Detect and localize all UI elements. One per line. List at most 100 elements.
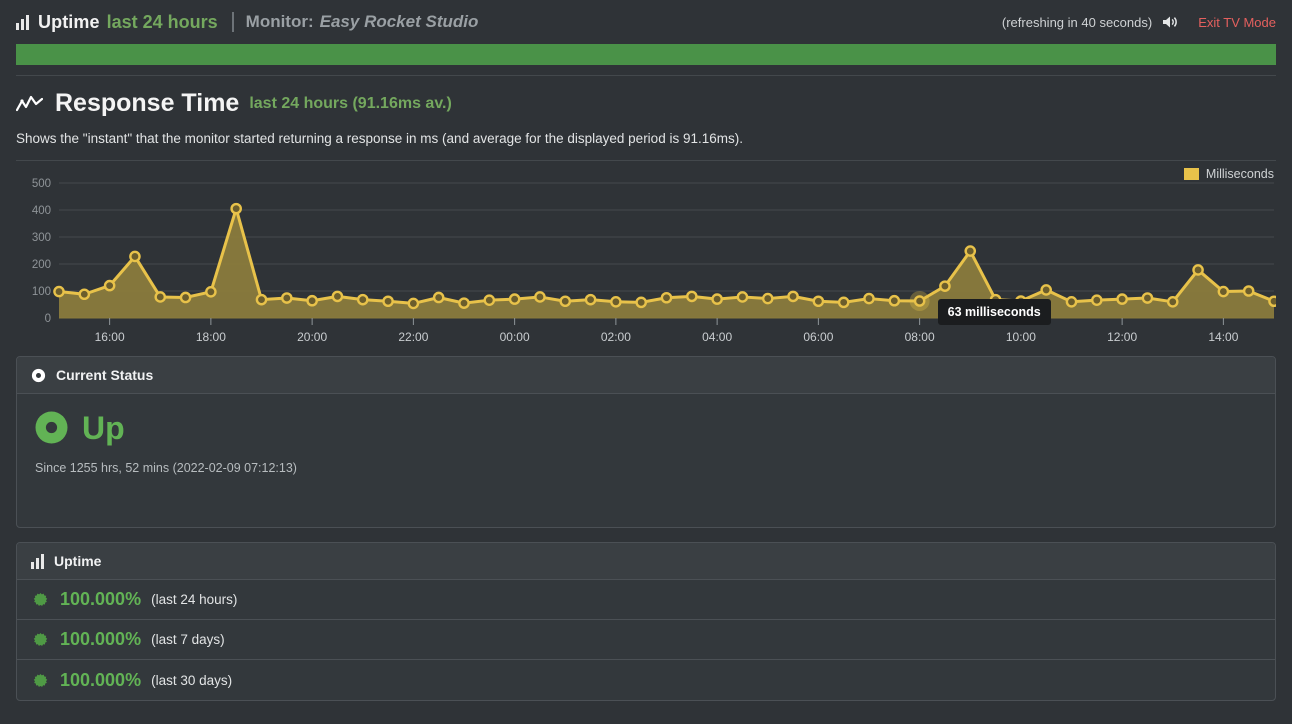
speaker-icon[interactable] bbox=[1162, 15, 1178, 29]
chart-data-point[interactable] bbox=[1217, 285, 1230, 298]
chart-data-point[interactable] bbox=[129, 250, 141, 263]
chart-data-point[interactable] bbox=[939, 280, 951, 292]
y-axis-tick: 0 bbox=[45, 313, 51, 325]
response-time-chart[interactable]: Milliseconds 0 100 200 300 400 500 16:00 18:00 2… bbox=[16, 161, 1276, 356]
bar-chart-icon bbox=[16, 14, 29, 30]
y-axis-tick: 100 bbox=[32, 286, 51, 298]
chart-data-point[interactable] bbox=[53, 285, 65, 298]
response-time-header: Response Time last 24 hours (91.16ms av.… bbox=[0, 76, 1292, 118]
current-status-panel: Current Status Up Since 1255 hrs, 52 min… bbox=[16, 356, 1276, 528]
response-time-subtitle: last 24 hours (91.16ms av.) bbox=[249, 94, 452, 112]
chart-tooltip: 63 milliseconds bbox=[937, 299, 1051, 325]
status-row: Up bbox=[35, 411, 1257, 444]
chart-data-point[interactable] bbox=[1141, 292, 1154, 304]
target-icon bbox=[31, 368, 46, 383]
chart-data-point[interactable] bbox=[837, 296, 850, 309]
x-axis-tick: 22:00 bbox=[398, 330, 428, 344]
chart-data-point[interactable] bbox=[306, 294, 318, 307]
response-time-description: Shows the "instant" that the monitor sta… bbox=[16, 131, 743, 146]
chart-data-point[interactable] bbox=[686, 290, 698, 303]
y-axis-tick: 500 bbox=[32, 178, 51, 190]
uptime-panel-header-label: Uptime bbox=[54, 553, 102, 569]
chart-data-point[interactable] bbox=[711, 293, 723, 305]
chart-data-point[interactable] bbox=[736, 291, 749, 303]
chart-data-point[interactable] bbox=[761, 292, 774, 305]
chart-data-point[interactable] bbox=[610, 295, 622, 308]
uptime-row: 100.000% (last 24 hours) bbox=[17, 580, 1275, 620]
chart-data-point[interactable] bbox=[787, 290, 799, 303]
chart-data-point[interactable] bbox=[356, 293, 369, 306]
chart-data-point[interactable] bbox=[964, 245, 977, 257]
chart-data-point[interactable] bbox=[154, 291, 167, 303]
chart-data-point[interactable] bbox=[382, 295, 394, 308]
chart-data-point[interactable] bbox=[888, 294, 901, 307]
chart-data-point[interactable] bbox=[1040, 284, 1052, 296]
chart-data-point[interactable] bbox=[458, 297, 470, 309]
chart-data-point[interactable] bbox=[1065, 295, 1078, 308]
x-axis-tick: 16:00 bbox=[95, 330, 125, 344]
chart-data-point[interactable] bbox=[281, 292, 293, 304]
page-title-range: last 24 hours bbox=[106, 11, 218, 32]
topbar-left: Uptime last 24 hours Monitor: Easy Rocke… bbox=[16, 12, 1002, 33]
chart-data-point[interactable] bbox=[534, 291, 546, 303]
uptime-panel-header: Uptime bbox=[17, 543, 1275, 580]
chart-data-point[interactable] bbox=[1192, 264, 1204, 276]
chart-data-point[interactable] bbox=[483, 294, 496, 306]
chart-data-point[interactable] bbox=[508, 293, 521, 305]
uptime-period: (last 7 days) bbox=[151, 632, 225, 647]
uptime-strip-container bbox=[0, 44, 1292, 65]
chart-data-point[interactable] bbox=[331, 290, 344, 303]
uptime-percent: 100.000% bbox=[60, 589, 142, 609]
y-axis-tick: 300 bbox=[32, 232, 51, 244]
current-status-body: Up Since 1255 hrs, 52 mins (2022-02-09 0… bbox=[17, 394, 1275, 527]
line-chart-icon bbox=[16, 94, 43, 114]
chart-data-point[interactable] bbox=[230, 202, 242, 215]
x-axis-tick: 08:00 bbox=[905, 330, 935, 344]
chart-data-point[interactable] bbox=[635, 296, 647, 309]
current-status-header: Current Status bbox=[17, 357, 1275, 394]
chart-data-point[interactable] bbox=[103, 279, 116, 292]
exit-tv-mode-link[interactable]: Exit TV Mode bbox=[1198, 15, 1276, 30]
x-axis-tick: 12:00 bbox=[1107, 330, 1137, 344]
chart-data-point[interactable] bbox=[255, 293, 268, 306]
starburst-icon bbox=[33, 632, 48, 647]
chart-data-point[interactable] bbox=[559, 295, 572, 308]
uptime-percent: 100.000% bbox=[60, 669, 142, 690]
x-axis-tick: 02:00 bbox=[601, 330, 631, 344]
chart-data-point[interactable] bbox=[1242, 285, 1255, 297]
chart-data-point[interactable] bbox=[1268, 295, 1276, 308]
chart-data-point[interactable] bbox=[1116, 293, 1128, 305]
uptime-availability-bar[interactable] bbox=[16, 44, 1276, 65]
circle-dot-icon bbox=[35, 411, 68, 444]
topbar: Uptime last 24 hours Monitor: Easy Rocke… bbox=[0, 0, 1292, 44]
header-divider bbox=[231, 12, 234, 32]
status-badge: Up bbox=[82, 409, 125, 446]
chart-canvas[interactable]: 0 100 200 300 400 500 16:00 18:00 20:00 22:00 00:0… bbox=[16, 161, 1276, 356]
status-since-text: Since 1255 hrs, 52 mins (2022-02-09 07:1… bbox=[35, 461, 297, 475]
x-axis-tick: 10:00 bbox=[1006, 330, 1036, 344]
chart-data-point[interactable] bbox=[584, 293, 597, 306]
monitor-name: Easy Rocket Studio bbox=[319, 12, 479, 31]
uptime-row: 100.000% (last 7 days) bbox=[17, 620, 1275, 660]
page-title: Uptime bbox=[38, 11, 100, 32]
starburst-icon bbox=[33, 592, 48, 607]
chart-data-point[interactable] bbox=[205, 286, 217, 298]
chart-data-point[interactable] bbox=[1166, 295, 1179, 308]
chart-data-point[interactable] bbox=[432, 291, 445, 304]
chart-data-point[interactable] bbox=[179, 291, 192, 304]
uptime-percent: 100.000% bbox=[60, 629, 142, 649]
chart-data-point[interactable] bbox=[407, 297, 420, 310]
uptime-panel: Uptime 100.000% (last 24 hours) 100.000%… bbox=[16, 542, 1276, 701]
monitor-label: Monitor: bbox=[245, 12, 314, 31]
x-axis-tick: 20:00 bbox=[297, 330, 327, 344]
refresh-countdown: (refreshing in 40 seconds) bbox=[1001, 14, 1153, 30]
chart-data-point[interactable] bbox=[812, 295, 825, 308]
starburst-icon bbox=[33, 673, 48, 688]
chart-data-point[interactable] bbox=[78, 288, 91, 301]
chart-data-point[interactable] bbox=[913, 295, 926, 307]
chart-data-point[interactable] bbox=[660, 291, 673, 304]
chart-data-point[interactable] bbox=[863, 292, 875, 305]
chart-data-point[interactable] bbox=[1091, 294, 1103, 306]
bar-chart-icon bbox=[31, 553, 44, 569]
response-time-title: Response Time bbox=[55, 89, 240, 117]
